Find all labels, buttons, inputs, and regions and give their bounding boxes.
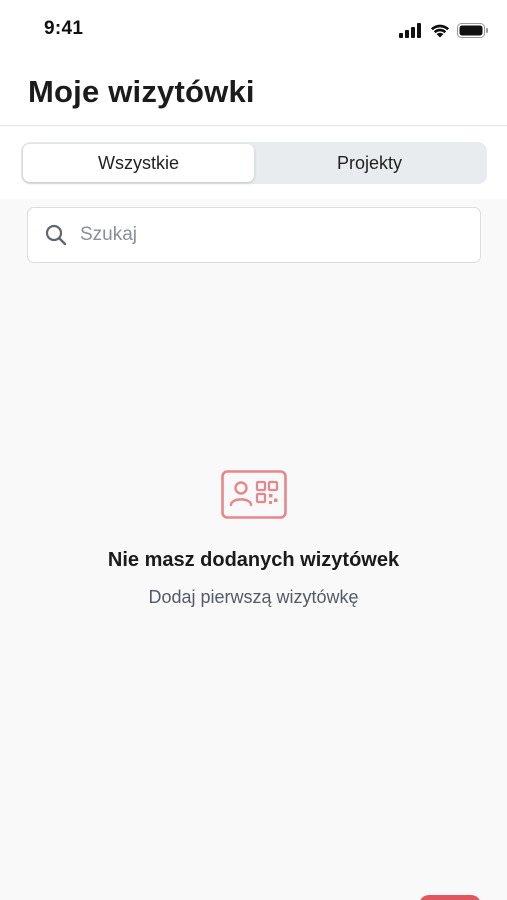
cellular-signal-icon — [399, 22, 421, 38]
search-icon — [44, 223, 68, 247]
search-bar[interactable] — [27, 207, 481, 263]
header: Moje wizytówki — [0, 60, 507, 126]
add-card-button[interactable] — [419, 895, 481, 900]
empty-state-title: Nie masz dodanych wizytówek — [107, 549, 400, 571]
tab-projects[interactable]: Projekty — [254, 144, 485, 182]
tab-bar-container: Wszystkie Projekty — [0, 127, 507, 199]
tab-all[interactable]: Wszystkie — [23, 144, 254, 182]
business-card-qr-icon — [221, 470, 287, 519]
status-icons — [399, 22, 489, 38]
status-time: 9:41 — [44, 18, 84, 39]
segmented-control: Wszystkie Projekty — [21, 142, 487, 184]
wifi-icon — [430, 24, 450, 38]
page-title: Moje wizytówki — [28, 74, 255, 109]
empty-state-subtitle: Dodaj pierwszą wizytówkę — [148, 587, 359, 607]
status-bar: 9:41 — [0, 0, 507, 60]
battery-icon — [457, 22, 488, 38]
search-input[interactable] — [80, 224, 460, 246]
